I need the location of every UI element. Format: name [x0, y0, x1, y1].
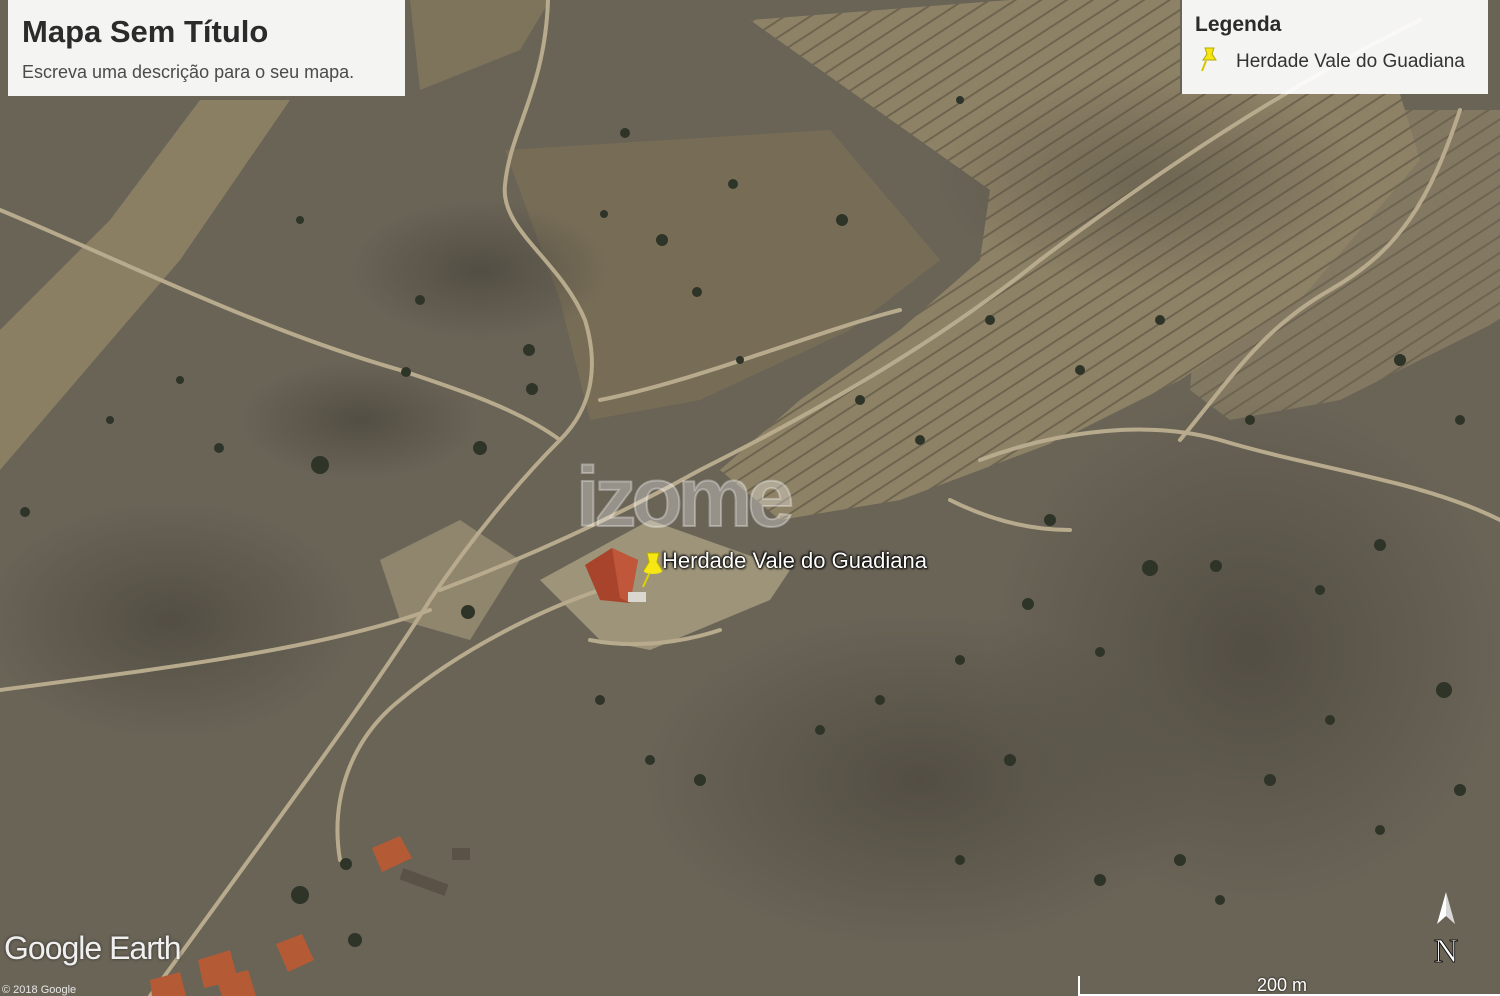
scrubland — [640, 610, 1200, 950]
map-info-panel: Mapa Sem Título Escreva uma descrição pa… — [8, 0, 405, 96]
izome-watermark: izome — [575, 450, 795, 544]
placemark-label[interactable]: Herdade Vale do Guadiana — [662, 548, 927, 574]
legend-heading: Legenda — [1195, 13, 1282, 36]
scale-bar-label: 200 m — [1257, 975, 1308, 995]
map-title: Mapa Sem Título — [22, 14, 269, 49]
scrubland — [240, 360, 480, 480]
compass-label: N — [1434, 933, 1459, 968]
legend-panel: Legenda Herdade Vale do Guadiana — [1182, 0, 1488, 94]
copyright-notice: © 2018 Google — [2, 984, 77, 996]
yellow-pushpin-icon — [1201, 47, 1217, 72]
google-earth-logo: Google Earth — [4, 930, 182, 966]
compass-north-icon: N — [1433, 892, 1459, 968]
legend-item-label[interactable]: Herdade Vale do Guadiana — [1236, 51, 1465, 73]
map-description[interactable]: Escreva uma descrição para o seu mapa. — [22, 62, 354, 83]
scrubland — [350, 200, 610, 340]
